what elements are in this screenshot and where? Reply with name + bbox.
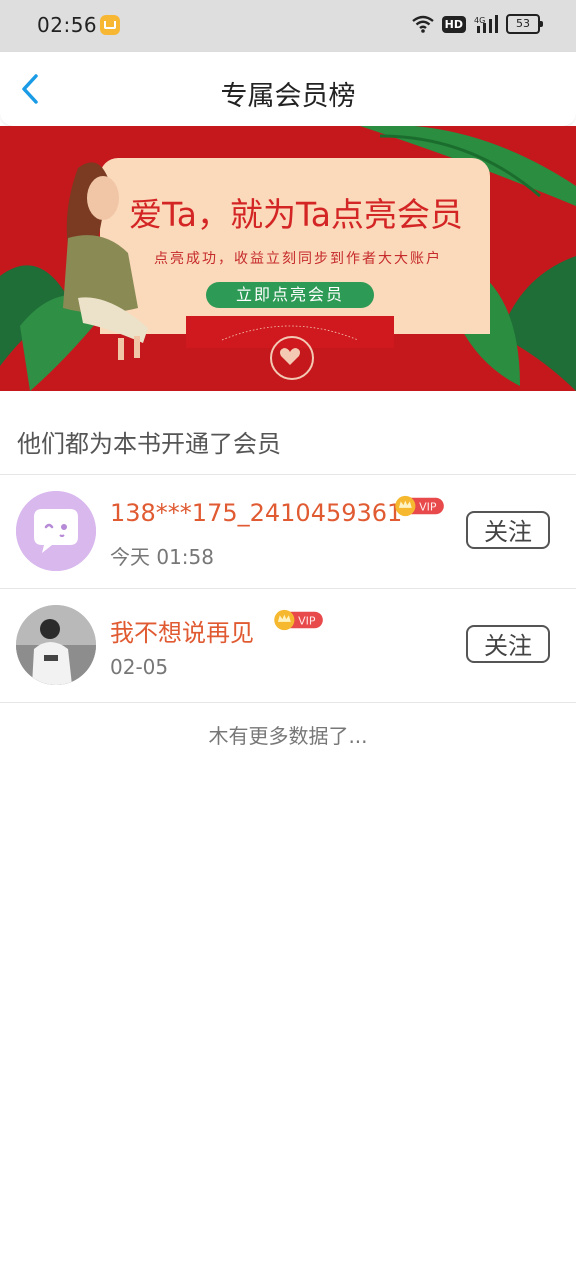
member-join-time: 02-05 [110, 655, 169, 679]
status-indicators: HD 4G 53 [411, 14, 543, 34]
light-up-membership-button[interactable]: 立即点亮会员 [206, 282, 374, 308]
member-name: 我不想说再见 [110, 619, 254, 647]
page-title: 专属会员榜 [220, 81, 356, 112]
status-bar: 02:56 HD 4G 53 [0, 0, 576, 52]
follow-button[interactable]: 关注 [466, 625, 550, 663]
banner-subtitle: 点亮成功，收益立刻同步到作者大大账户 [154, 251, 442, 267]
vip-badge-icon: VIP [274, 609, 323, 631]
member-name: 138***175_2410459361 [110, 499, 403, 527]
member-join-time: 今天 01:58 [110, 545, 214, 569]
banner-headline: 爱Ta，就为Ta点亮会员 [129, 195, 463, 234]
hd-icon: HD [441, 15, 466, 33]
avatar[interactable] [16, 491, 96, 571]
vip-badge-text: VIP [419, 501, 437, 514]
heart-seal-icon [270, 336, 314, 380]
chat-bubble-avatar-icon [16, 491, 96, 571]
nav-bar: 专属会员榜 [0, 52, 576, 127]
member-row[interactable]: 138***175_2410459361 VIP 今天 01:58 关注 [0, 475, 576, 588]
photo-avatar-icon [16, 605, 96, 685]
no-more-data-text: 木有更多数据了... [208, 724, 368, 748]
member-row[interactable]: 我不想说再见 VIP 02-05 关注 [0, 589, 576, 702]
vip-badge-text: VIP [298, 615, 316, 628]
signal-icon: 4G [474, 15, 498, 33]
avatar[interactable] [16, 605, 96, 685]
mail-notification-icon [100, 15, 120, 35]
section-title: 他们都为本书开通了会员 [17, 430, 281, 458]
vip-badge-icon: VIP [395, 495, 444, 517]
wifi-icon [411, 15, 434, 33]
battery-icon: 53 [506, 14, 543, 34]
status-time: 02:56 [37, 13, 98, 37]
divider [0, 702, 576, 703]
promo-banner[interactable]: 爱Ta，就为Ta点亮会员 点亮成功，收益立刻同步到作者大大账户 立即点亮会员 [0, 126, 576, 391]
follow-button[interactable]: 关注 [466, 511, 550, 549]
